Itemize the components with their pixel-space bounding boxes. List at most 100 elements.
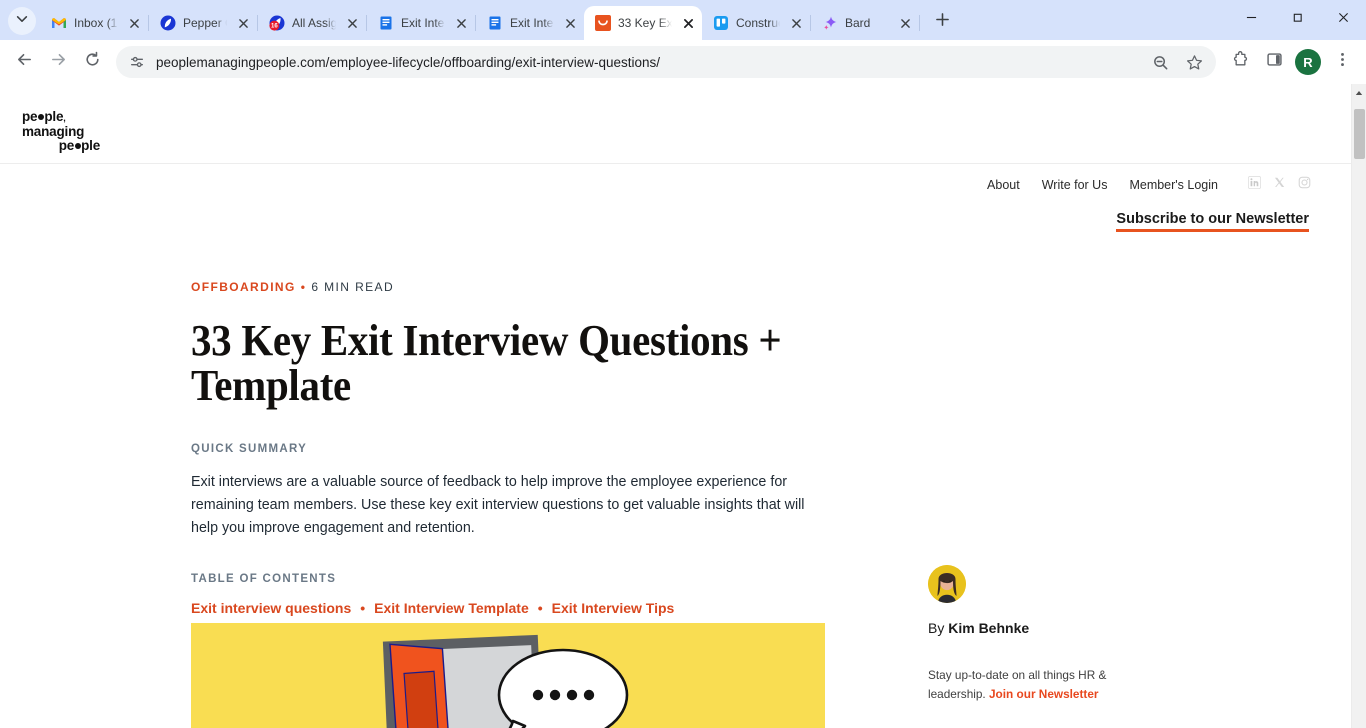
- author-rail: By Kim Behnke Stay up-to-date on all thi…: [928, 565, 1178, 705]
- tab-title: Exit Interview: [401, 16, 446, 30]
- author-name[interactable]: Kim Behnke: [948, 620, 1029, 636]
- tab-inbox[interactable]: Inbox (12,648): [40, 6, 148, 40]
- tab-search-button[interactable]: [8, 7, 36, 35]
- window-controls: [1228, 0, 1366, 40]
- nav-link-write-for-us[interactable]: Write for Us: [1042, 178, 1108, 192]
- toc-link-exit-interview-template[interactable]: Exit Interview Template: [374, 600, 529, 616]
- utility-nav: About Write for Us Member's Login: [987, 176, 1311, 194]
- tab-title: Bard: [845, 16, 871, 30]
- browser-window: Inbox (12,648) Pepper Content: [0, 0, 1366, 728]
- tab-title: Pepper Content: [183, 16, 228, 30]
- puzzle-icon: [1232, 51, 1249, 73]
- byline-prefix: By: [928, 620, 949, 636]
- tab-close-button[interactable]: [453, 15, 469, 31]
- article-category[interactable]: OFFBOARDING: [191, 280, 296, 294]
- logo-line1b: ple: [44, 109, 64, 124]
- tab-close-button[interactable]: [897, 15, 913, 31]
- chevron-down-icon: [15, 12, 29, 31]
- logo-line1a: pe: [22, 109, 38, 124]
- maximize-button[interactable]: [1274, 0, 1320, 34]
- toc-separator: •: [360, 600, 366, 617]
- quick-summary-label: QUICK SUMMARY: [191, 442, 308, 455]
- plus-icon: [935, 13, 949, 31]
- address-bar[interactable]: peoplemanagingpeople.com/employee-lifecy…: [116, 46, 1216, 78]
- reload-icon: [84, 51, 101, 73]
- article-meta: OFFBOARDING • 6 MIN READ: [191, 280, 831, 294]
- subscribe-newsletter-link[interactable]: Subscribe to our Newsletter: [1116, 211, 1309, 232]
- back-arrow-icon: [16, 51, 33, 73]
- tab-strip: Inbox (12,648) Pepper Content: [0, 0, 1366, 40]
- forward-arrow-icon: [50, 51, 67, 73]
- scrollbar-thumb[interactable]: [1354, 109, 1365, 159]
- svg-text:16: 16: [271, 24, 278, 30]
- tab-close-button[interactable]: [788, 15, 804, 31]
- article-read-time: 6 MIN READ: [311, 280, 395, 294]
- social-links: [1248, 176, 1311, 194]
- profile-button[interactable]: R: [1292, 46, 1324, 78]
- hero-illustration: [191, 623, 825, 728]
- web-page: pe ple, managing pe ple About Write for Us…: [0, 84, 1351, 728]
- tab-exit-interview-1[interactable]: Exit Interview: [367, 6, 475, 40]
- toc-link-exit-interview-tips[interactable]: Exit Interview Tips: [552, 600, 675, 616]
- tab-close-button[interactable]: [344, 15, 360, 31]
- page-viewport: pe ple, managing pe ple About Write for Us…: [0, 84, 1366, 728]
- subscribe-wrap: Subscribe to our Newsletter: [1116, 210, 1309, 232]
- tab-33-key-exit-interview[interactable]: 33 Key Exit In: [584, 6, 702, 40]
- assignments-icon: 16: [269, 15, 285, 31]
- side-panel-button[interactable]: [1258, 46, 1290, 78]
- x-twitter-icon[interactable]: [1273, 176, 1286, 194]
- nav-link-members-login[interactable]: Member's Login: [1129, 178, 1218, 192]
- linkedin-icon[interactable]: [1248, 176, 1261, 194]
- zoom-out-icon[interactable]: [1144, 46, 1176, 78]
- logo-dot2-icon: [74, 143, 81, 150]
- three-dots-icon: [1334, 51, 1351, 73]
- nav-link-about[interactable]: About: [987, 178, 1020, 192]
- logo-line3a: pe: [58, 138, 75, 154]
- extensions-button[interactable]: [1224, 46, 1256, 78]
- reload-button[interactable]: [76, 46, 108, 78]
- tab-divider: [919, 15, 920, 31]
- table-of-contents-label: TABLE OF CONTENTS: [191, 573, 337, 586]
- back-button[interactable]: [8, 46, 40, 78]
- join-newsletter-link[interactable]: Join our Newsletter: [989, 687, 1098, 701]
- pmp-icon: [595, 15, 611, 31]
- new-tab-button[interactable]: [928, 8, 956, 36]
- avatar[interactable]: [928, 565, 966, 603]
- bookmark-star-icon[interactable]: [1178, 46, 1210, 78]
- browser-menu-button[interactable]: [1326, 46, 1358, 78]
- forward-button[interactable]: [42, 46, 74, 78]
- table-of-contents: Exit interview questions • Exit Interview …: [191, 600, 831, 616]
- tab-close-button[interactable]: [126, 15, 142, 31]
- scroll-up-arrow-icon[interactable]: [1352, 84, 1366, 101]
- url-text: peoplemanagingpeople.com/employee-lifecy…: [156, 54, 661, 70]
- toc-link-exit-interview-questions[interactable]: Exit interview questions: [191, 600, 351, 616]
- page-scrollbar[interactable]: [1351, 84, 1366, 728]
- tune-icon[interactable]: [128, 53, 146, 71]
- instagram-icon[interactable]: [1298, 176, 1311, 194]
- meta-separator: •: [300, 280, 307, 294]
- omnibox-actions: [1144, 46, 1210, 78]
- browser-toolbar: peoplemanagingpeople.com/employee-lifecy…: [0, 40, 1366, 84]
- toc-separator: •: [537, 600, 543, 617]
- tab-title: Construction: [736, 16, 781, 30]
- tab-close-button[interactable]: [562, 15, 578, 31]
- tab-pepper-content[interactable]: Pepper Content: [149, 6, 257, 40]
- tab-all-assignments[interactable]: 16 All Assignments: [258, 6, 366, 40]
- minimize-button[interactable]: [1228, 0, 1274, 34]
- logo-line3b: ple: [81, 138, 100, 154]
- bard-icon: [822, 15, 838, 31]
- logo-line2: managing: [22, 123, 85, 139]
- page-title: 33 Key Exit Interview Questions + Templa…: [191, 316, 782, 411]
- tab-title: Inbox (12,648): [74, 16, 119, 30]
- tab-bard[interactable]: Bard: [811, 6, 919, 40]
- tab-close-button[interactable]: [680, 15, 696, 31]
- close-window-button[interactable]: [1320, 0, 1366, 34]
- tab-exit-interview-2[interactable]: Exit Interview: [476, 6, 584, 40]
- site-logo[interactable]: pe ple, managing pe ple: [22, 109, 100, 154]
- tab-construction[interactable]: Construction: [702, 6, 810, 40]
- tab-title: Exit Interview: [510, 16, 555, 30]
- tab-close-button[interactable]: [235, 15, 251, 31]
- tab-title: All Assignments: [292, 16, 337, 30]
- pepper-content-icon: [160, 15, 176, 31]
- logo-dot-icon: [37, 114, 44, 120]
